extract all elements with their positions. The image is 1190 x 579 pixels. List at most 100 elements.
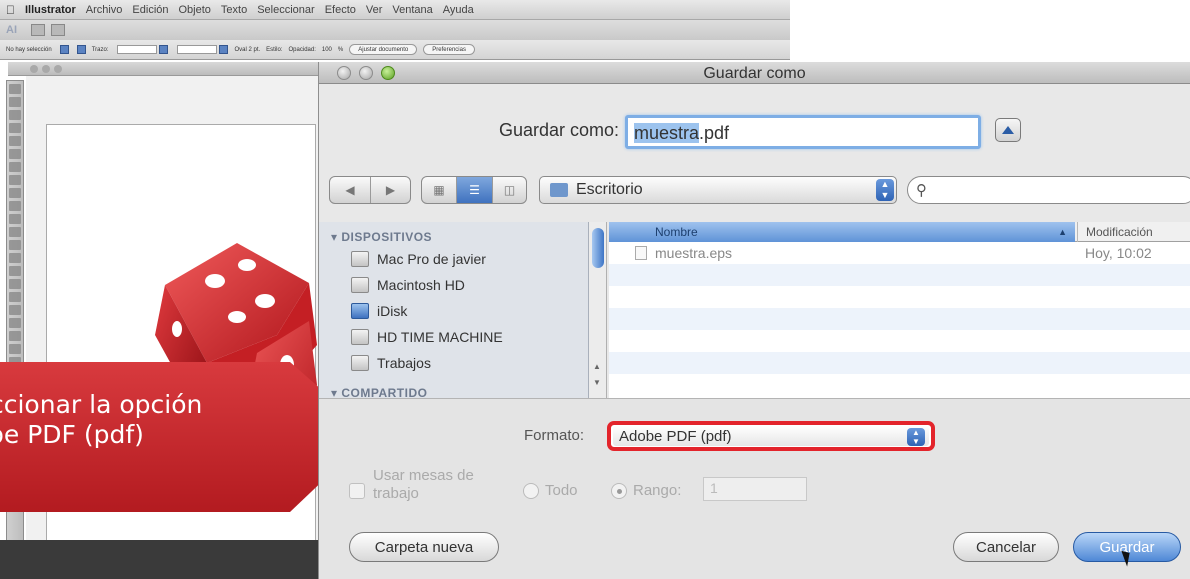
rotate-tool-icon[interactable]	[9, 240, 21, 250]
blob-brush-tool-icon[interactable]	[9, 214, 21, 224]
lasso-tool-icon[interactable]	[9, 123, 21, 133]
sidebar-item-label: HD TIME MACHINE	[377, 329, 503, 345]
type-tool-icon[interactable]	[9, 149, 21, 159]
sidebar-item-macintosh-hd[interactable]: Macintosh HD	[351, 274, 465, 296]
format-value: Adobe PDF (pdf)	[619, 428, 732, 445]
file-modified: Hoy, 10:02	[1085, 245, 1152, 261]
free-transform-tool-icon[interactable]	[9, 279, 21, 289]
popup-arrows-icon: ▲ ▼	[876, 179, 894, 201]
sidebar-header-shared[interactable]: ▾ COMPARTIDO	[331, 386, 427, 398]
fit-document-button[interactable]: Ajustar documento	[349, 44, 418, 55]
forward-button[interactable]: ▶	[370, 177, 410, 203]
back-button[interactable]: ◀	[330, 177, 370, 203]
paintbrush-tool-icon[interactable]	[9, 188, 21, 198]
location-popup[interactable]: Escritorio ▲ ▼	[539, 176, 897, 204]
list-view-icon[interactable]: ☰	[456, 177, 492, 203]
column-header-name[interactable]: Nombre ▲	[609, 222, 1075, 242]
sidebar-item-trabajos[interactable]: Trabajos	[351, 352, 431, 374]
stroke-swatch[interactable]	[75, 45, 86, 54]
doc-close-button[interactable]	[30, 65, 38, 73]
scale-tool-icon[interactable]	[9, 253, 21, 263]
icon-view-icon[interactable]: ▦	[422, 177, 456, 203]
fill-swatch[interactable]	[58, 45, 69, 54]
apple-icon[interactable]: 	[6, 3, 15, 17]
gradient-tool-icon[interactable]	[9, 331, 21, 341]
dialog-title: Guardar como	[703, 65, 806, 82]
filename-input[interactable]: muestra.pdf	[625, 115, 981, 149]
sidebar-header-devices[interactable]: ▾ DISPOSITIVOS	[331, 230, 432, 244]
menu-seleccionar[interactable]: Seleccionar	[257, 4, 314, 16]
eyedropper-tool-icon[interactable]	[9, 344, 21, 354]
eraser-tool-icon[interactable]	[9, 227, 21, 237]
new-folder-button[interactable]: Carpeta nueva	[349, 532, 499, 562]
search-input[interactable]: ⚲	[907, 176, 1190, 204]
menu-efecto[interactable]: Efecto	[325, 4, 356, 16]
empty-row	[609, 374, 1190, 396]
menu-objeto[interactable]: Objeto	[179, 4, 211, 16]
magic-wand-tool-icon[interactable]	[9, 110, 21, 120]
view-mode-control: ▦ ☰ ◫	[421, 176, 527, 204]
doc-zoom-button[interactable]	[54, 65, 62, 73]
bottom-dark-strip	[0, 540, 330, 579]
column-view-icon[interactable]: ◫	[492, 177, 526, 203]
menu-ver[interactable]: Ver	[366, 4, 383, 16]
sidebar: ▾ DISPOSITIVOS Mac Pro de javier Macinto…	[319, 222, 589, 398]
file-icon	[635, 246, 647, 260]
bridge-button[interactable]	[31, 24, 45, 36]
direct-selection-tool-icon[interactable]	[9, 97, 21, 107]
use-artboards-label: Usar mesas de trabajo	[373, 467, 474, 502]
selection-tool-icon[interactable]	[9, 84, 21, 94]
sidebar-item-idisk[interactable]: iDisk	[351, 300, 407, 322]
pencil-tool-icon[interactable]	[9, 201, 21, 211]
all-radio-label: Todo	[545, 482, 578, 499]
sidebar-scrollbar[interactable]: ▲ ▼	[589, 222, 607, 398]
disk-icon	[351, 277, 369, 293]
collapse-dialog-button[interactable]	[995, 118, 1021, 142]
doc-minimize-button[interactable]	[42, 65, 50, 73]
idisk-icon	[351, 303, 369, 319]
cancel-button[interactable]: Cancelar	[953, 532, 1059, 562]
menu-archivo[interactable]: Archivo	[86, 4, 123, 16]
scroll-up-arrow-icon[interactable]: ▲	[593, 362, 601, 371]
arrange-documents-button[interactable]	[51, 24, 65, 36]
width-tool-icon[interactable]	[9, 266, 21, 276]
brush-select[interactable]: Oval 2 pt.	[234, 47, 260, 53]
sidebar-item-mac-pro[interactable]: Mac Pro de javier	[351, 248, 486, 270]
scrollbar-thumb[interactable]	[592, 228, 604, 268]
menu-edicion[interactable]: Edición	[132, 4, 168, 16]
callout-text: ccionar la opción be PDF (pdf)	[0, 390, 350, 450]
sidebar-item-time-machine[interactable]: HD TIME MACHINE	[351, 326, 503, 348]
shape-builder-tool-icon[interactable]	[9, 292, 21, 302]
mesh-tool-icon[interactable]	[9, 318, 21, 328]
menu-ventana[interactable]: Ventana	[392, 4, 432, 16]
menu-app-name[interactable]: Illustrator	[25, 4, 76, 16]
range-input[interactable]: 1	[703, 477, 807, 501]
disk-icon	[351, 329, 369, 345]
file-list: Nombre ▲ Modificación muestra.eps Hoy, 1…	[609, 222, 1190, 398]
format-popup[interactable]: Adobe PDF (pdf) ▲ ▼	[607, 421, 935, 451]
application-bar: AI	[0, 20, 790, 40]
computer-icon	[351, 251, 369, 267]
file-name: muestra.eps	[655, 245, 733, 261]
line-tool-icon[interactable]	[9, 162, 21, 172]
all-radio[interactable]	[523, 483, 539, 499]
stroke-weight-select[interactable]	[114, 45, 169, 54]
rectangle-tool-icon[interactable]	[9, 175, 21, 185]
variable-width-select[interactable]	[174, 45, 229, 54]
menu-ayuda[interactable]: Ayuda	[443, 4, 474, 16]
perspective-tool-icon[interactable]	[9, 305, 21, 315]
pen-tool-icon[interactable]	[9, 136, 21, 146]
menu-texto[interactable]: Texto	[221, 4, 247, 16]
back-forward-control: ◀ ▶	[329, 176, 411, 204]
list-item[interactable]: muestra.eps Hoy, 10:02	[609, 242, 1190, 264]
document-window-titlebar	[8, 62, 318, 76]
preferences-button[interactable]: Preferencias	[423, 44, 475, 55]
range-radio[interactable]	[611, 483, 627, 499]
column-header-modified[interactable]: Modificación	[1077, 222, 1190, 242]
opacity-value[interactable]: 100	[322, 47, 332, 53]
range-value: 1	[710, 480, 718, 496]
scroll-down-arrow-icon[interactable]: ▼	[593, 378, 601, 387]
use-artboards-checkbox[interactable]	[349, 483, 365, 499]
dialog-titlebar: Guardar como	[319, 62, 1190, 84]
folder-icon	[550, 183, 568, 197]
